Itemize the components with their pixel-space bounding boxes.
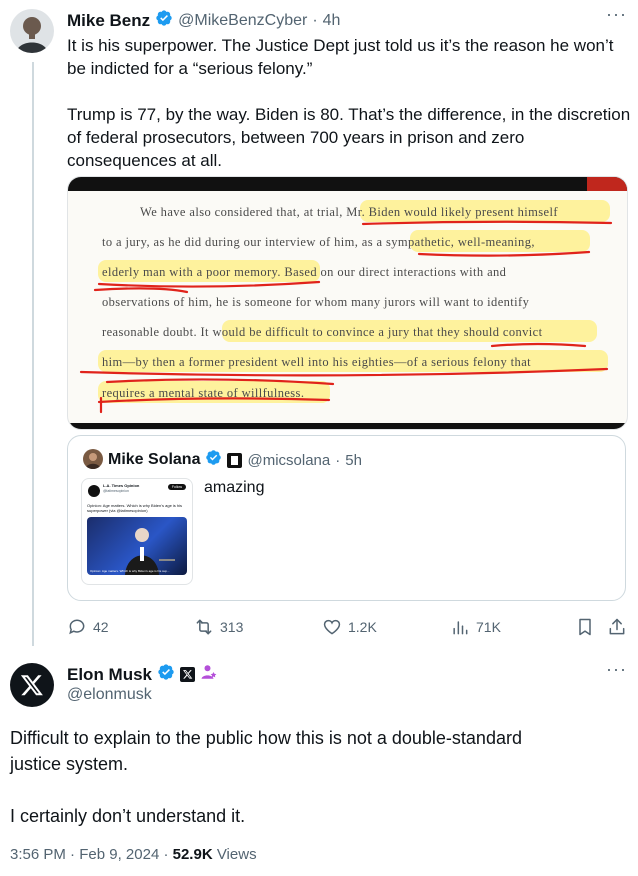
reply-button[interactable]: 42 xyxy=(67,617,109,637)
separator-dot: · xyxy=(335,451,341,469)
author-handle[interactable]: @MikeBenzCyber xyxy=(178,12,307,30)
x-affiliate-badge-icon xyxy=(180,667,196,682)
like-button[interactable]: 1.2K xyxy=(322,617,377,637)
quoted-tweet-header: Mike Solana @micsolana · 5h xyxy=(108,449,362,471)
tweet-header: Mike Benz @MikeBenzCyber · 4h xyxy=(67,9,340,32)
separator-dot: · xyxy=(163,846,169,863)
quoted-media-thumbnail[interactable]: L.A. Times Opinion @latimesopinion Follo… xyxy=(81,478,193,585)
like-count: 1.2K xyxy=(348,619,377,635)
post-time[interactable]: 3:56 PM xyxy=(10,846,66,863)
repost-icon xyxy=(196,619,212,635)
underline-mark xyxy=(417,250,591,257)
tweet2-text: Difficult to explain to the public how t… xyxy=(10,725,625,829)
thumb-headline: Opinion: Age matters. Which is why Biden… xyxy=(87,503,183,513)
more-options-icon[interactable]: ··· xyxy=(606,659,627,680)
share-icon xyxy=(609,618,625,635)
tweet-text-line: consequences at all. xyxy=(67,151,222,170)
quoted-author-handle[interactable]: @micsolana xyxy=(247,452,330,469)
bookmark-icon xyxy=(579,618,591,636)
thumb-source: L.A. Times Opinion xyxy=(103,483,140,488)
verified-badge-icon xyxy=(155,9,173,32)
quoted-tweet-text: amazing xyxy=(204,479,265,496)
verified-badge-icon xyxy=(157,663,175,686)
tweet-time[interactable]: 4h xyxy=(323,12,341,30)
tweet-text-line xyxy=(10,777,625,803)
author-handle[interactable]: @elonmusk xyxy=(67,686,152,704)
tweet-text-line: It is his superpower. The Justice Dept j… xyxy=(67,36,614,55)
tweet-text-line: of federal prosecutors, between 700 year… xyxy=(67,128,525,147)
underline-mark xyxy=(79,367,609,377)
tweet-text-line xyxy=(67,80,627,103)
tweet-meta: 3:56 PM · Feb 9, 2024 · 52.9K Views xyxy=(10,846,257,863)
views-label: Views xyxy=(216,846,257,863)
quoted-tweet-time[interactable]: 5h xyxy=(345,452,362,469)
tweet-text-line: be indicted for a “serious felony.” xyxy=(67,59,313,78)
tweet2-header: Elon Musk xyxy=(67,663,218,686)
underline-mark xyxy=(105,378,335,386)
more-options-icon[interactable]: ··· xyxy=(606,4,627,25)
avatar-elon-musk[interactable] xyxy=(10,663,54,707)
avatar-mike-benz[interactable] xyxy=(10,9,54,53)
reply-icon xyxy=(69,619,85,635)
person-badge-icon xyxy=(200,663,218,686)
tweet-text-line: I certainly don’t understand it. xyxy=(10,806,246,826)
author-name[interactable]: Mike Benz xyxy=(67,11,150,31)
views-count: 71K xyxy=(476,619,501,635)
repost-count: 313 xyxy=(220,619,244,635)
thumb-caption: Opinion: Age matters. Which is why Biden… xyxy=(90,569,170,573)
bookmark-button[interactable] xyxy=(575,617,595,642)
author-name[interactable]: Elon Musk xyxy=(67,665,152,685)
thumb-source-handle: @latimesopinion xyxy=(103,489,129,493)
red-underline-marks xyxy=(79,220,613,414)
underline-mark xyxy=(97,397,331,404)
tweet-text-line: justice system. xyxy=(10,754,129,774)
quoted-author-name[interactable]: Mike Solana xyxy=(108,451,200,469)
share-button[interactable] xyxy=(607,617,627,642)
latimes-logo-icon xyxy=(88,485,100,497)
underline-mark xyxy=(490,342,587,348)
verified-badge-icon xyxy=(205,449,222,471)
thread-line xyxy=(32,62,34,646)
post-date[interactable]: Feb 9, 2024 xyxy=(79,846,159,863)
underline-mark xyxy=(361,220,613,226)
tweet-text-line: Trump is 77, by the way. Biden is 80. Th… xyxy=(67,105,631,124)
views-button[interactable]: 71K xyxy=(450,617,501,637)
avatar-mike-solana[interactable] xyxy=(83,449,103,469)
heart-icon xyxy=(323,619,341,635)
underline-mark xyxy=(93,287,189,294)
reply-count: 42 xyxy=(93,619,109,635)
repost-button[interactable]: 313 xyxy=(194,617,243,637)
tweet-text: It is his superpower. The Justice Dept j… xyxy=(67,34,631,172)
separator-dot: · xyxy=(312,11,318,29)
views-count: 52.9K xyxy=(172,846,213,863)
separator-dot: · xyxy=(70,846,76,863)
tweet-text-line: Difficult to explain to the public how t… xyxy=(10,728,522,748)
thumb-follow-button: Follow xyxy=(167,484,186,490)
thumb-photo: Opinion: Age matters. Which is why Biden… xyxy=(87,517,187,575)
x-logo-icon xyxy=(20,675,43,696)
analytics-icon xyxy=(453,621,468,635)
affiliate-badge-icon xyxy=(227,452,243,468)
underline-mark xyxy=(97,280,321,288)
